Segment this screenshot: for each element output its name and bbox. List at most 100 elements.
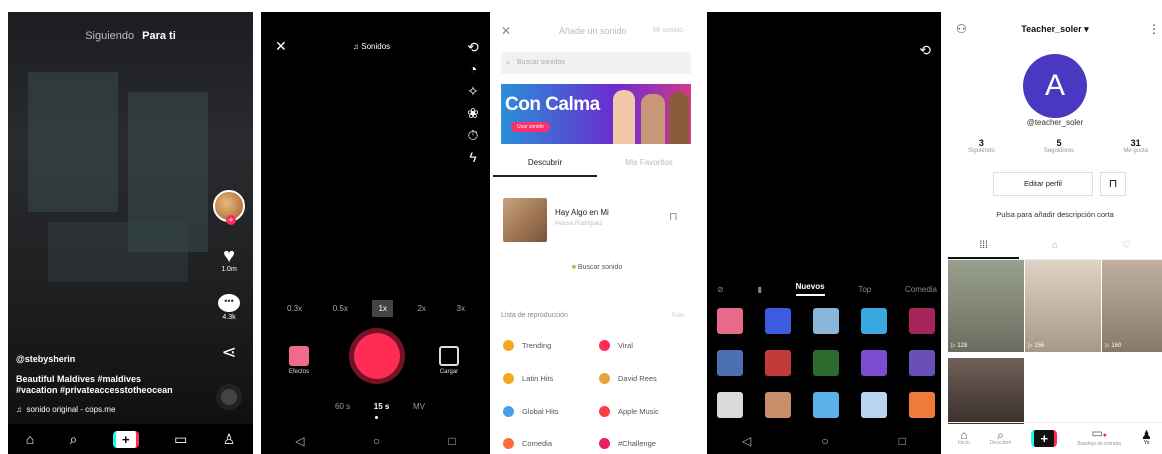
flash-icon[interactable]: ϟ	[464, 146, 482, 168]
mode-option-selected[interactable]: 15 s	[374, 402, 390, 411]
effects-button[interactable]: Efectos	[289, 346, 309, 375]
like-button[interactable]: ♥ 1.0m	[211, 246, 247, 273]
follow-plus-icon[interactable]: +	[226, 215, 236, 225]
creator-avatar[interactable]: +	[211, 190, 247, 225]
effect-thumbnail[interactable]	[909, 392, 935, 418]
playlist-item[interactable]: Apple Music	[599, 406, 659, 417]
effect-thumbnail[interactable]	[813, 308, 839, 334]
tab-favorites[interactable]: Mis Favoritos	[597, 158, 701, 177]
video-thumbnail[interactable]: ▷ 156	[1025, 260, 1101, 352]
video-thumbnail[interactable]	[948, 358, 1024, 424]
bio-prompt[interactable]: Pulsa para añadir descripción corta	[948, 210, 1162, 219]
effect-thumbnail[interactable]	[717, 392, 743, 418]
account-switcher[interactable]: Teacher_soler ▾	[948, 24, 1162, 35]
tab-private[interactable]: ⌂	[1019, 240, 1090, 259]
effect-thumbnail[interactable]	[861, 392, 887, 418]
speed-option[interactable]: 3x	[451, 300, 471, 317]
effect-thumbnail[interactable]	[909, 350, 935, 376]
bookmark-button[interactable]: ⊓	[1100, 172, 1126, 196]
playlist-all-link[interactable]: Todo	[671, 313, 684, 319]
tab-comedy[interactable]: Comedia	[905, 285, 937, 294]
effect-thumbnail[interactable]	[909, 308, 935, 334]
nav-inbox[interactable]: ▭● Bandeja de entrada	[1077, 427, 1121, 448]
tab-discover[interactable]: Descubrir	[493, 158, 597, 177]
playlist-item[interactable]: Comedia	[503, 438, 552, 449]
effect-thumbnail[interactable]	[765, 392, 791, 418]
tab-liked[interactable]: ♡	[1091, 240, 1162, 259]
song-row[interactable]: Hay Algo en Mi Pelusa Rodriguez ⊓	[503, 198, 693, 248]
filters-icon[interactable]: ❀	[464, 102, 482, 124]
search-icon[interactable]: ⌕	[70, 431, 78, 448]
bookmark-icon[interactable]: ⊓	[669, 210, 678, 223]
followers-stat[interactable]: 5 Seguidores	[1044, 138, 1074, 154]
playlist-item[interactable]: #Challenge	[599, 438, 656, 449]
search-sound-button[interactable]: ■ Buscar sonido	[493, 264, 701, 271]
avatar[interactable]: A	[1023, 54, 1087, 118]
sound-row[interactable]: ♫ sonido original - cops.me	[16, 404, 115, 415]
share-icon[interactable]: ⋖	[211, 342, 247, 363]
speed-option[interactable]: 0.3x	[281, 300, 308, 317]
tab-following[interactable]: Siguiendo	[85, 30, 134, 42]
back-icon[interactable]: ◁	[295, 434, 304, 448]
back-icon[interactable]: ◁	[742, 434, 751, 448]
nav-home[interactable]: ⌂ Inicio	[958, 429, 970, 447]
nav-me[interactable]: ♟ Yo	[1141, 429, 1152, 447]
upload-button[interactable]: Cargar	[439, 346, 459, 375]
beauty-icon[interactable]: ✧	[464, 80, 482, 102]
playlist-item[interactable]: Trending	[503, 340, 551, 351]
effect-thumbnail[interactable]	[861, 308, 887, 334]
banner-button[interactable]: Usar sonido	[511, 122, 550, 132]
sound-search-input[interactable]: ⌕ Buscar sonidos	[501, 52, 691, 74]
following-stat[interactable]: 3 Siguiendo	[968, 138, 995, 154]
edit-profile-button[interactable]: Editar perfil	[993, 172, 1093, 196]
create-plus-button[interactable]: +	[112, 430, 139, 448]
speed-icon[interactable]: ◔	[464, 58, 482, 80]
close-icon[interactable]: ✕	[501, 24, 511, 38]
playlist-item[interactable]: Global Hits	[503, 406, 559, 417]
mode-option[interactable]: MV	[413, 402, 425, 411]
tab-top[interactable]: Top	[858, 285, 871, 294]
tab-new[interactable]: Nuevos	[795, 282, 825, 296]
no-effect-icon[interactable]: ⊘	[717, 285, 724, 294]
flip-camera-icon[interactable]: ⟲	[464, 36, 482, 58]
speed-option-selected[interactable]: 1x	[372, 300, 393, 317]
speed-option[interactable]: 2x	[411, 300, 431, 317]
nav-discover[interactable]: ⌕ Descubrir	[990, 429, 1011, 447]
home-circle-icon[interactable]: ○	[373, 434, 380, 448]
close-icon[interactable]: ✕	[275, 38, 287, 55]
flip-camera-icon[interactable]: ⟲	[919, 42, 931, 59]
recents-icon[interactable]: □	[449, 434, 456, 448]
effect-thumbnail[interactable]	[813, 350, 839, 376]
my-sounds-link[interactable]: Mi sonido	[653, 27, 683, 34]
timer-icon[interactable]: ⏱	[464, 124, 482, 146]
featured-banner[interactable]: Con Calma Usar sonido	[501, 84, 691, 144]
playlist-item[interactable]: Latin Hits	[503, 373, 553, 384]
effect-thumbnail[interactable]	[813, 392, 839, 418]
nav-create[interactable]: +	[1031, 430, 1058, 447]
record-button[interactable]	[349, 328, 405, 384]
playlist-item[interactable]: Viral	[599, 340, 633, 351]
inbox-icon[interactable]: ▭	[174, 431, 187, 448]
bookmark-icon[interactable]: ▮	[757, 285, 761, 294]
speed-option[interactable]: 0.5x	[327, 300, 354, 317]
effect-thumbnail[interactable]	[717, 350, 743, 376]
tab-videos[interactable]: ⁞⁞⁞	[948, 240, 1020, 259]
home-circle-icon[interactable]: ○	[821, 434, 828, 448]
video-thumbnail[interactable]: ▷ 160	[1102, 260, 1162, 352]
mode-option[interactable]: 60 s	[335, 402, 350, 411]
more-icon[interactable]: ⋮	[1148, 22, 1160, 36]
effect-thumbnail[interactable]	[765, 350, 791, 376]
recents-icon[interactable]: □	[899, 434, 906, 448]
playlist-item[interactable]: David Rees	[599, 373, 657, 384]
post-username[interactable]: @stebysherin	[16, 354, 75, 365]
video-thumbnail[interactable]: ▷ 128	[948, 260, 1024, 352]
effect-thumbnail[interactable]	[717, 308, 743, 334]
tab-for-you[interactable]: Para ti	[142, 30, 176, 42]
music-disc-icon[interactable]	[211, 384, 247, 410]
comment-button[interactable]: ••• 4.3k	[211, 294, 247, 321]
home-icon[interactable]: ⌂	[26, 431, 34, 447]
effect-thumbnail[interactable]	[765, 308, 791, 334]
effect-thumbnail[interactable]	[861, 350, 887, 376]
profile-icon[interactable]: ♙	[223, 431, 236, 448]
sounds-button[interactable]: ♫ Sonidos	[353, 42, 390, 51]
